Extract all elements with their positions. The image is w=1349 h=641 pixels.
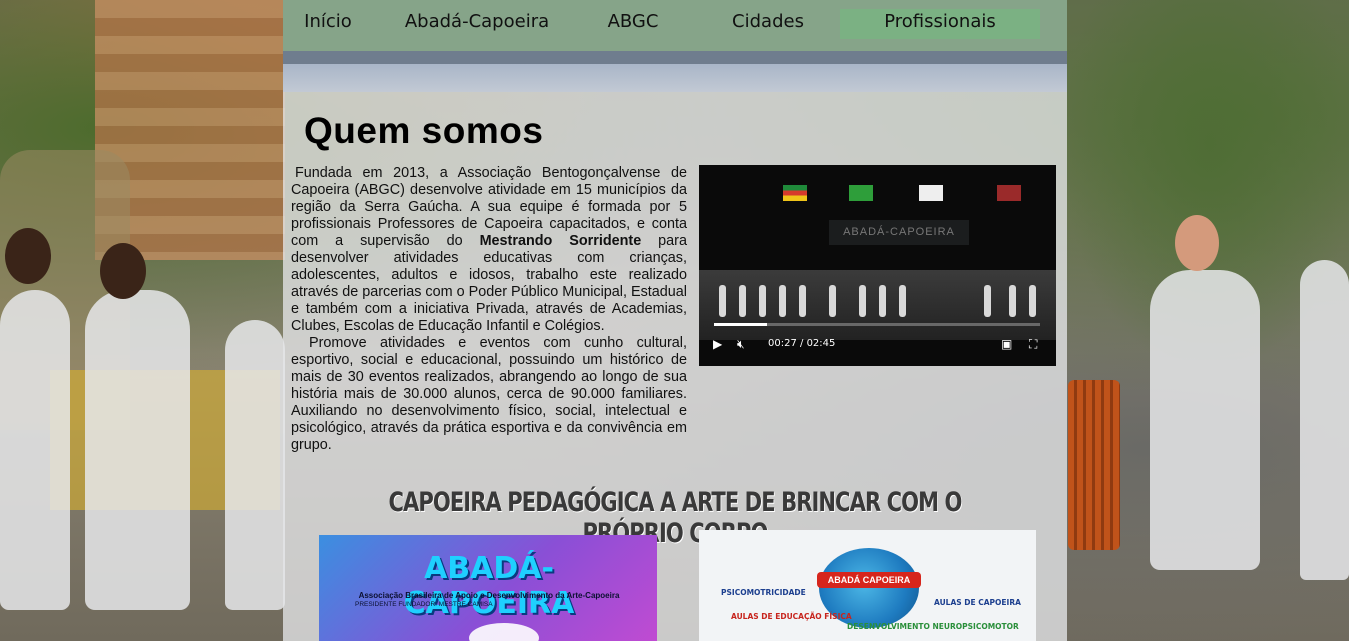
video-current-time: 00:27 — [768, 338, 797, 349]
poster-label-neuropsicomotor: DESENVOLVIMENTO NEUROPSICOMOTOR — [847, 622, 1019, 631]
poster-label-psicomotricidade: PSICOMOTRICIDADE — [721, 588, 806, 597]
video-performer — [1009, 285, 1016, 317]
supervisor-name: Mestrando Sorridente — [479, 233, 642, 249]
background-person-head — [1175, 215, 1219, 271]
video-player[interactable]: ABADÁ-CAPOEIRA ▶ 🔇︎ 00:27 / 02:45 ▣ ⛶ — [699, 165, 1056, 366]
video-performer — [779, 285, 786, 317]
page-title: Quem somos — [304, 110, 544, 151]
poster-label-capoeira: AULAS DE CAPOEIRA — [934, 598, 1021, 607]
abada-subtitle: Associação Brasileira de Apoio e Desenvo… — [358, 591, 620, 600]
video-performer — [984, 285, 991, 317]
video-stage — [699, 270, 1056, 340]
fullscreen-icon[interactable]: ⛶ — [1029, 337, 1037, 352]
background-person-head — [100, 243, 146, 299]
background-person — [225, 320, 285, 610]
background-person — [1150, 270, 1260, 570]
poster-graphic — [469, 623, 539, 641]
about-paragraph-1: Fundada em 2013, a Associação Bentogonça… — [291, 165, 687, 335]
video-performer — [859, 285, 866, 317]
video-performer — [719, 285, 726, 317]
nav-item-cidades[interactable]: Cidades — [713, 9, 823, 39]
video-duration: 02:45 — [806, 338, 836, 349]
flag-red — [997, 185, 1021, 201]
nav-item-inicio[interactable]: Início — [293, 9, 363, 39]
about-text: Fundada em 2013, a Associação Bentogonça… — [291, 165, 687, 454]
content-column: Início Abadá-Capoeira ABGC Cidades Profi… — [283, 0, 1067, 641]
abada-founder: PRESIDENTE FUNDADOR: MESTRE CAMISA — [355, 601, 493, 608]
nav-item-profissionais[interactable]: Profissionais — [840, 9, 1040, 39]
video-progress-bar[interactable] — [714, 323, 1040, 326]
background-person — [0, 290, 70, 610]
video-progress-fill — [714, 323, 768, 326]
flag-white — [919, 185, 943, 201]
header-image-strip — [283, 64, 1067, 92]
about-paragraph-2: Promove atividades e eventos com cunho c… — [291, 335, 687, 453]
flag-rs — [783, 185, 807, 201]
abada-capoeira-poster: ABADÁ-CAPOEIRA Associação Brasileira de … — [319, 535, 657, 641]
pedagogic-capoeira-poster: ABADÁ CAPOEIRA PSICOMOTRICIDADE AULAS DE… — [699, 530, 1036, 641]
background-person-head — [5, 228, 51, 284]
nav-item-abada-capoeira[interactable]: Abadá-Capoeira — [393, 9, 561, 39]
background-person — [85, 290, 190, 610]
video-performer — [899, 285, 906, 317]
video-performer — [1029, 285, 1036, 317]
globe-logo-text: ABADÁ CAPOEIRA — [817, 572, 921, 588]
picture-in-picture-icon[interactable]: ▣ — [1001, 337, 1012, 351]
main-nav: Início Abadá-Capoeira ABGC Cidades Profi… — [283, 0, 1067, 51]
nav-shadow-bar — [283, 51, 1067, 64]
background-person — [1300, 260, 1349, 580]
video-performer — [739, 285, 746, 317]
video-time: 00:27 / 02:45 — [768, 338, 835, 349]
background-atabaque-drum — [1068, 380, 1120, 550]
video-performer — [829, 285, 836, 317]
poster-label-educacao-fisica: AULAS DE EDUCAÇÃO FÍSICA — [731, 612, 852, 621]
volume-muted-icon[interactable]: 🔇︎ — [737, 337, 745, 352]
abada-logo-text: ABADÁ-CAPOEIRA — [403, 551, 575, 621]
flag-brazil — [849, 185, 873, 201]
video-performer — [879, 285, 886, 317]
video-stage-banner: ABADÁ-CAPOEIRA — [829, 220, 969, 245]
video-time-separator: / — [796, 338, 807, 349]
play-icon[interactable]: ▶ — [713, 337, 722, 351]
video-performer — [799, 285, 806, 317]
nav-item-abgc[interactable]: ABGC — [583, 9, 683, 39]
video-performer — [759, 285, 766, 317]
